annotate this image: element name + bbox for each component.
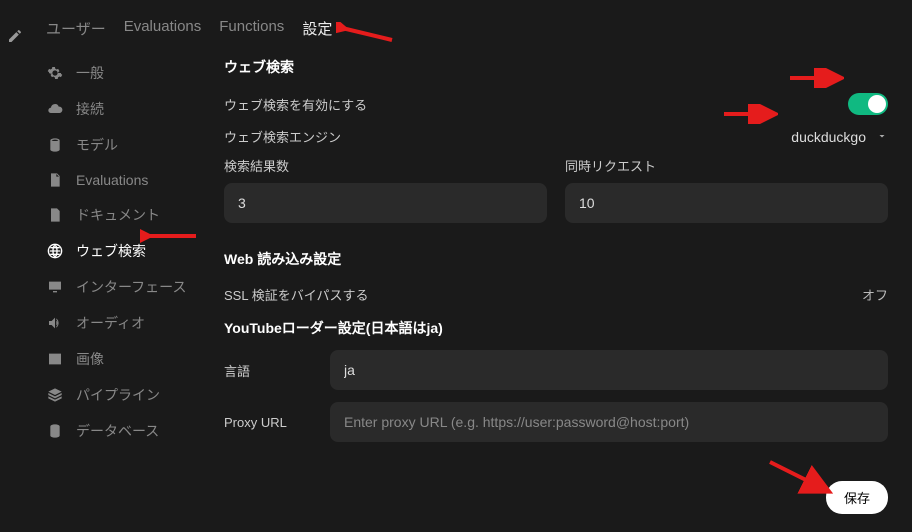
sidebar-item-evaluations[interactable]: Evaluations (30, 163, 208, 197)
sidebar-item-pipelines[interactable]: パイプライン (30, 377, 208, 413)
gear-icon (46, 64, 64, 82)
sidebar-item-connections[interactable]: 接続 (30, 91, 208, 127)
settings-sidebar: 一般 接続 モデル Evaluations ドキュメント (30, 49, 208, 532)
engine-value: duckduckgo (791, 129, 866, 145)
youtube-lang-label: 言語 (224, 361, 314, 380)
left-rail (0, 0, 30, 532)
sidebar-item-interface[interactable]: インターフェース (30, 269, 208, 305)
file-icon (46, 206, 64, 224)
sidebar-item-websearch[interactable]: ウェブ検索 (30, 233, 208, 269)
engine-label: ウェブ検索エンジン (224, 127, 341, 146)
concurrent-input[interactable] (565, 183, 888, 223)
sidebar-item-label: データベース (76, 421, 159, 441)
section-youtube-title: YouTubeローダー設定(日本語はja) (224, 318, 888, 338)
stack-icon (46, 136, 64, 154)
engine-select[interactable]: duckduckgo (791, 129, 888, 145)
sidebar-item-general[interactable]: 一般 (30, 55, 208, 91)
layers-icon (46, 386, 64, 404)
ssl-bypass-value[interactable]: オフ (862, 285, 888, 304)
results-count-input[interactable] (224, 183, 547, 223)
section-websearch-title: ウェブ検索 (224, 57, 888, 77)
save-button[interactable]: 保存 (826, 481, 888, 514)
database-icon (46, 422, 64, 440)
section-webload-title: Web 読み込み設定 (224, 249, 888, 269)
image-icon (46, 350, 64, 368)
sidebar-item-models[interactable]: モデル (30, 127, 208, 163)
sidebar-item-label: パイプライン (76, 385, 160, 405)
edit-icon[interactable] (7, 28, 23, 532)
sidebar-item-images[interactable]: 画像 (30, 341, 208, 377)
youtube-lang-input[interactable] (330, 350, 888, 390)
sidebar-item-label: オーディオ (76, 313, 145, 333)
sidebar-item-label: モデル (76, 135, 118, 155)
tab-users[interactable]: ユーザー (46, 18, 106, 39)
sidebar-item-label: 画像 (76, 349, 104, 369)
sidebar-item-label: ドキュメント (76, 205, 160, 225)
sidebar-item-label: インターフェース (76, 277, 186, 297)
enable-websearch-toggle[interactable] (848, 93, 888, 115)
chevron-down-icon (876, 129, 888, 145)
enable-websearch-label: ウェブ検索を有効にする (224, 95, 367, 114)
tab-functions[interactable]: Functions (219, 18, 284, 39)
sidebar-item-database[interactable]: データベース (30, 413, 208, 449)
sidebar-item-documents[interactable]: ドキュメント (30, 197, 208, 233)
sidebar-item-label: 接続 (76, 99, 104, 119)
tab-evaluations[interactable]: Evaluations (124, 18, 202, 39)
top-tabs: ユーザー Evaluations Functions 設定 (30, 0, 912, 49)
speaker-icon (46, 314, 64, 332)
settings-panel: ウェブ検索 ウェブ検索を有効にする ウェブ検索エンジン duckduckgo 検… (208, 49, 912, 532)
proxy-url-input[interactable] (330, 402, 888, 442)
globe-icon (46, 242, 64, 260)
monitor-icon (46, 278, 64, 296)
sidebar-item-label: 一般 (76, 63, 104, 83)
sidebar-item-label: ウェブ検索 (76, 241, 146, 261)
sidebar-item-audio[interactable]: オーディオ (30, 305, 208, 341)
concurrent-label: 同時リクエスト (565, 156, 888, 175)
document-icon (46, 171, 64, 189)
sidebar-item-label: Evaluations (76, 172, 148, 188)
ssl-bypass-label: SSL 検証をバイパスする (224, 285, 368, 304)
tab-settings[interactable]: 設定 (302, 18, 332, 39)
results-count-label: 検索結果数 (224, 156, 547, 175)
proxy-url-label: Proxy URL (224, 415, 314, 430)
cloud-icon (46, 100, 64, 118)
